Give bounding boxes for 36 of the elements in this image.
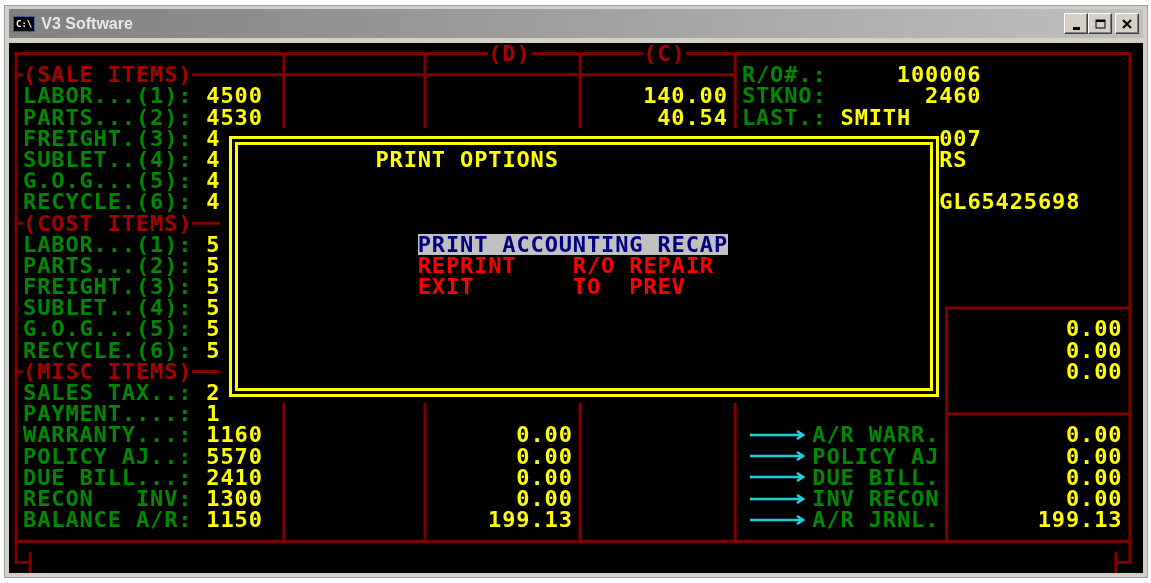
account-number: 4 xyxy=(206,127,221,149)
menu-option[interactable]: REPRINT R/O REPAIR xyxy=(417,254,714,277)
account-number: 5570 xyxy=(206,445,263,467)
posting-label: POLICY AJ xyxy=(812,445,940,467)
amount: 0.00 xyxy=(1066,466,1123,488)
arrow-icon xyxy=(749,451,806,462)
close-icon xyxy=(1122,18,1132,29)
arrow-icon xyxy=(749,429,806,440)
maximize-icon xyxy=(1094,18,1106,29)
field-value: SMITH xyxy=(840,106,912,128)
section-heading: (SALE ITEMS) xyxy=(23,64,193,86)
amount: 0.00 xyxy=(516,445,573,467)
close-button[interactable] xyxy=(1115,13,1139,34)
amount: 0.00 xyxy=(1066,360,1123,382)
section-heading: (COST ITEMS) xyxy=(23,212,193,234)
arrow-icon xyxy=(749,493,806,504)
arrow-icon xyxy=(749,472,806,483)
amount: 0.00 xyxy=(516,466,573,488)
window-title: V3 Software xyxy=(41,14,134,33)
maximize-button[interactable] xyxy=(1088,13,1112,34)
account-number: 2410 xyxy=(206,466,263,488)
column-heading: (D) xyxy=(488,43,531,65)
amount: 0.00 xyxy=(1066,339,1123,361)
menu-option[interactable]: PRINT ACCOUNTING RECAP xyxy=(417,233,729,255)
field-value: 007 xyxy=(939,127,982,149)
account-number: 5 xyxy=(206,339,221,361)
amount: 40.54 xyxy=(657,106,728,128)
amount: 0.00 xyxy=(1066,445,1123,467)
minimize-button[interactable] xyxy=(1064,13,1088,34)
account-number: 5 xyxy=(206,233,221,255)
account-number: 4530 xyxy=(206,106,263,128)
arrow-icon xyxy=(749,514,806,525)
console-icon: C:\ xyxy=(13,15,36,32)
column-heading: (C) xyxy=(643,43,686,65)
section-heading: (MISC ITEMS) xyxy=(23,360,193,382)
minimize-icon xyxy=(1072,26,1080,30)
